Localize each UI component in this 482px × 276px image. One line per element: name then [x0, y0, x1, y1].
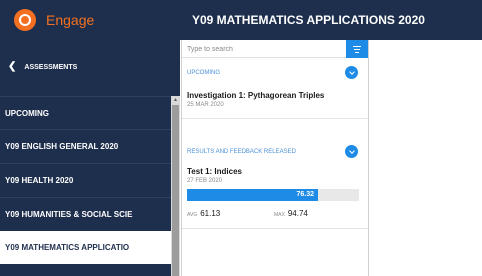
sidebar-item-label: Y09 HEALTH 2020 — [5, 175, 74, 185]
collapse-results-button[interactable] — [345, 145, 358, 158]
filter-icon — [353, 45, 361, 54]
sidebar-item-label: UPCOMING — [5, 108, 49, 118]
filter-button[interactable] — [346, 40, 368, 58]
sidebar-item-mathematics[interactable]: Y09 MATHEMATICS APPLICATIO — [0, 231, 171, 264]
section-header-upcoming: UPCOMING — [182, 63, 368, 83]
brand-name: Engage — [46, 12, 95, 28]
score-bar: 76.32 — [187, 189, 359, 201]
brand[interactable]: Engage — [0, 0, 180, 40]
list-item[interactable]: Investigation 1: Pythagorean Triples 25 … — [182, 83, 368, 119]
max-stat: MAX 94.74 — [274, 209, 308, 218]
sidebar-item-label: Y09 ENGLISH GENERAL 2020 — [5, 141, 119, 151]
section-label: RESULTS AND FEEDBACK RELEASED — [187, 149, 296, 155]
assessment-date: 27 FEB 2020 — [187, 178, 223, 184]
app-window: Engage ❮ ASSESSMENTS UPCOMING Y09 ENGLIS… — [0, 0, 482, 276]
chevron-left-icon: ❮ — [8, 61, 17, 72]
header: Y09 MATHEMATICS APPLICATIONS 2020 — [180, 0, 482, 40]
average-value: 61.13 — [200, 209, 221, 218]
back-to-assessments[interactable]: ❮ ASSESSMENTS — [0, 57, 180, 77]
assessment-title: Investigation 1: Pythagorean Triples — [187, 91, 325, 100]
assessment-title: Test 1: Indices — [187, 167, 242, 176]
average-stat: AVG 61.13 — [187, 209, 220, 218]
section-label: UPCOMING — [187, 70, 220, 76]
sidebar: Engage ❮ ASSESSMENTS UPCOMING Y09 ENGLIS… — [0, 0, 180, 276]
back-label: ASSESSMENTS — [24, 63, 78, 71]
max-value: 94.74 — [287, 209, 308, 218]
sidebar-item-label: Y09 HUMANITIES & SOCIAL SCIE — [5, 209, 133, 219]
max-label: MAX — [274, 212, 285, 218]
sidebar-item-health[interactable]: Y09 HEALTH 2020 — [0, 163, 171, 196]
search-input[interactable] — [187, 40, 337, 58]
average-label: AVG — [187, 212, 198, 218]
section-header-results: RESULTS AND FEEDBACK RELEASED — [182, 142, 368, 162]
engage-logo-icon — [14, 9, 36, 31]
scroll-up-arrow-icon[interactable]: ▲ — [172, 96, 179, 104]
assessment-date: 25 MAR 2020 — [187, 102, 224, 108]
assessment-list-panel: UPCOMING Investigation 1: Pythagorean Tr… — [181, 40, 369, 276]
sidebar-item-humanities[interactable]: Y09 HUMANITIES & SOCIAL SCIE — [0, 197, 171, 230]
collapse-upcoming-button[interactable] — [345, 66, 358, 79]
chevron-down-icon — [348, 68, 355, 75]
score-value: 76.32 — [296, 191, 314, 198]
page-title: Y09 MATHEMATICS APPLICATIONS 2020 — [192, 13, 425, 27]
sidebar-scrollbar-thumb[interactable] — [172, 105, 179, 276]
search-bar — [182, 40, 368, 58]
sidebar-item-label: Y09 MATHEMATICS APPLICATIO — [5, 243, 130, 252]
chevron-down-icon — [348, 147, 355, 154]
sidebar-item-english[interactable]: Y09 ENGLISH GENERAL 2020 — [0, 129, 171, 162]
sidebar-item-upcoming[interactable]: UPCOMING — [0, 96, 171, 129]
